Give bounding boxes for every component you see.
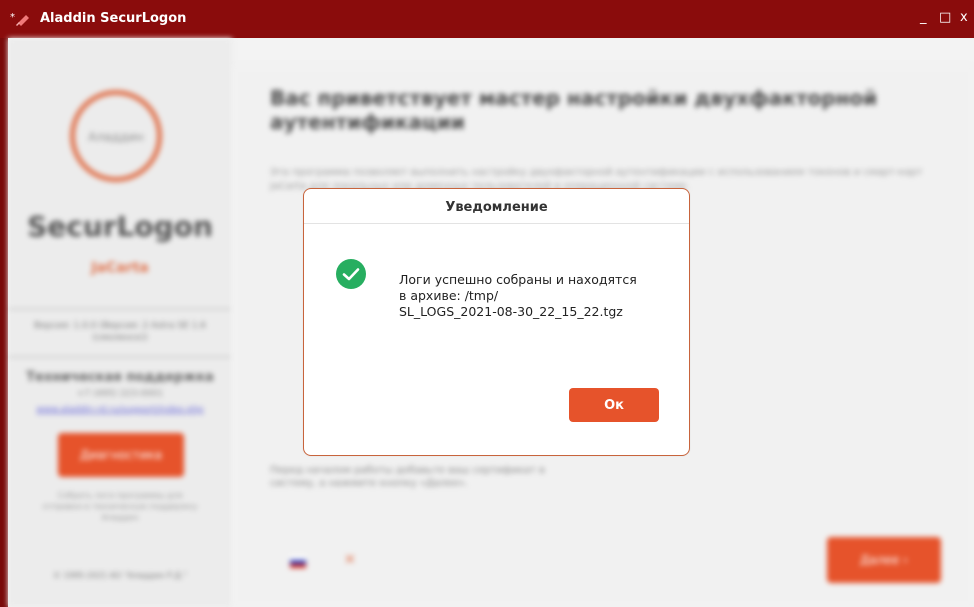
dialog-title: Уведомление [445, 200, 548, 215]
diagnostics-button[interactable]: Диагностика [58, 433, 184, 477]
dialog-message: Логи успешно собраны и находятся в архив… [399, 272, 669, 320]
check-circle-icon [336, 259, 366, 289]
next-button[interactable]: Далее › [827, 537, 941, 583]
support-title: Техническая поддержка [26, 370, 214, 385]
russian-flag-icon[interactable] [290, 556, 306, 568]
divider [8, 308, 232, 310]
language-flag-icon[interactable]: ✕ [344, 552, 358, 570]
ok-button[interactable]: Ок [569, 388, 659, 422]
welcome-title: Вас приветствует мастер настройки двухфа… [270, 86, 878, 134]
app-logo-icon: * [10, 12, 29, 26]
copyright: © 1995-2021 АО "Аладдин Р.Д." [52, 571, 188, 580]
close-button[interactable]: x [960, 10, 968, 26]
support-link[interactable]: www.aladdin-rd.ru/support/index.php [14, 405, 226, 415]
version-text: Версия: 1.0.0 (Версия: 2 Astra SE 1.6 (с… [34, 321, 206, 343]
message-line: SL_LOGS_2021-08-30_22_15_22.tgz [399, 304, 623, 319]
minimize-button[interactable]: _ [920, 10, 927, 26]
title-bar: * Aladdin SecurLogon _ □ x [0, 0, 974, 38]
message-line: в архиве: /tmp/ [399, 288, 499, 303]
svg-text:*: * [10, 12, 15, 23]
notification-dialog: Уведомление Логи успешно собраны и наход… [303, 188, 690, 456]
logo-text: Аладдин [88, 130, 144, 144]
sidebar: Аладдин SecurLogon JaCarta Версия: 1.0.0… [8, 38, 232, 607]
window-title: Aladdin SecurLogon [40, 11, 187, 26]
hint-text: Перед началом работы добавьте ваш сертиф… [270, 465, 545, 489]
brand-name: SecurLogon [27, 210, 213, 243]
diagnostics-note: Собрать логи программы для отправки в те… [42, 491, 198, 522]
sub-brand: JaCarta [91, 260, 149, 276]
support-phone: +7 (495) 223-0001 [76, 389, 164, 399]
message-line: Логи успешно собраны и находятся [399, 272, 637, 287]
maximize-button[interactable]: □ [939, 10, 951, 26]
dialog-header: Уведомление [304, 189, 689, 224]
divider [8, 356, 232, 358]
